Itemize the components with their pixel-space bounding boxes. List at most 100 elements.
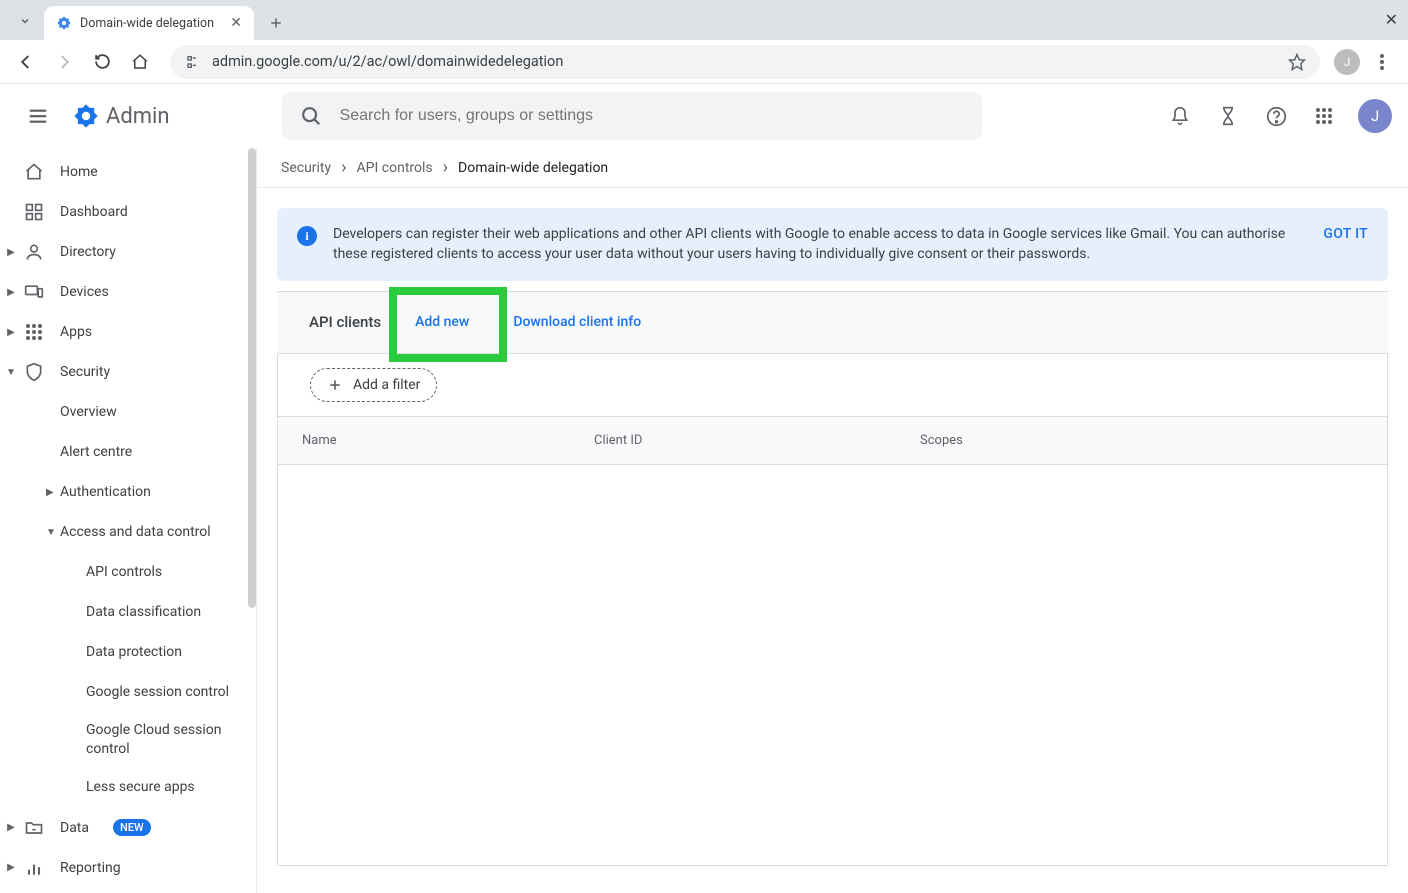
shield-icon (24, 362, 44, 382)
home-button[interactable] (124, 46, 156, 78)
folder-icon (24, 818, 44, 838)
filter-row: Add a filter (278, 354, 1387, 417)
main-menu-button[interactable] (16, 94, 60, 138)
column-header-client-id[interactable]: Client ID (594, 433, 920, 448)
sidebar-item-directory[interactable]: ▶ Directory (0, 232, 256, 272)
sidebar-item-data[interactable]: ▶ Data NEW (0, 808, 256, 848)
table-header-row: Name Client ID Scopes (278, 417, 1387, 465)
sidebar-item-label: Apps (60, 324, 92, 340)
breadcrumb-api-controls[interactable]: API controls (357, 160, 433, 176)
sidebar-item-reporting[interactable]: ▶ Reporting (0, 848, 256, 888)
chevron-down-icon: ▼ (4, 367, 18, 378)
app-header: Admin J (0, 84, 1408, 148)
column-header-name[interactable]: Name (278, 433, 594, 448)
back-button[interactable] (10, 46, 42, 78)
sidebar-item-label: Data (60, 820, 89, 836)
banner-message: Developers can register their web applic… (333, 224, 1307, 265)
sidebar-item-label: Devices (60, 284, 109, 300)
sidebar-item-label: API controls (86, 563, 162, 582)
sidebar-item-dashboard[interactable]: Dashboard (0, 192, 256, 232)
app-search-bar[interactable] (282, 92, 982, 140)
browser-tab[interactable]: Domain-wide delegation ✕ (44, 6, 254, 40)
add-new-button[interactable]: Add new (405, 306, 479, 338)
chart-icon (24, 858, 44, 878)
sidebar-item-google-cloud-session-control[interactable]: Google Cloud session control (0, 712, 256, 768)
home-icon (24, 162, 44, 182)
sidebar-item-api-controls[interactable]: API controls (0, 552, 256, 592)
sidebar-item-home[interactable]: Home (0, 152, 256, 192)
product-name: Admin (106, 104, 170, 129)
address-bar[interactable]: admin.google.com/u/2/ac/owl/domainwidede… (170, 45, 1320, 79)
sidebar-item-apps[interactable]: ▶ Apps (0, 312, 256, 352)
panel-header: API clients Add new Download client info (277, 291, 1388, 354)
window-close-icon[interactable]: ✕ (1385, 10, 1398, 29)
browser-menu-button[interactable] (1366, 46, 1398, 78)
table-body-empty (278, 465, 1387, 865)
chevron-right-icon: ▶ (4, 327, 18, 338)
sidebar-item-label: Access and data control (60, 524, 211, 540)
chevron-down-icon: ▼ (46, 527, 56, 538)
apps-launcher-button[interactable] (1302, 94, 1346, 138)
new-badge: NEW (113, 819, 151, 836)
main-content: Security › API controls › Domain-wide de… (256, 148, 1408, 893)
product-logo[interactable]: Admin (72, 102, 170, 130)
devices-icon (24, 282, 44, 302)
breadcrumb-security[interactable]: Security (281, 160, 331, 176)
info-banner: i Developers can register their web appl… (277, 208, 1388, 281)
sidebar-item-label: Reporting (60, 860, 121, 876)
notifications-button[interactable] (1158, 94, 1202, 138)
tab-favicon-icon (56, 15, 72, 31)
sidebar-item-access-data-control[interactable]: ▼ Access and data control (0, 512, 256, 552)
directory-icon (24, 242, 44, 262)
search-input[interactable] (338, 106, 964, 126)
forward-button[interactable] (48, 46, 80, 78)
tab-close-icon[interactable]: ✕ (230, 15, 242, 31)
account-avatar[interactable]: J (1358, 99, 1392, 133)
tab-title: Domain-wide delegation (80, 16, 222, 31)
chevron-right-icon: ▶ (4, 287, 18, 298)
chevron-right-icon: ▶ (4, 247, 18, 258)
sidebar-item-alert-centre[interactable]: Alert centre (0, 432, 256, 472)
sidebar-item-less-secure-apps[interactable]: Less secure apps (0, 768, 256, 808)
download-client-info-button[interactable]: Download client info (503, 306, 651, 338)
chevron-right-icon: ▶ (4, 862, 18, 873)
browser-tabstrip: Domain-wide delegation ✕ ✕ (0, 0, 1408, 40)
sidebar-item-google-session-control[interactable]: Google session control (0, 672, 256, 712)
sidebar-nav: Home Dashboard ▶ Directory ▶ Devices (0, 148, 256, 893)
site-info-icon[interactable] (184, 54, 200, 70)
info-icon: i (297, 226, 317, 246)
chevron-right-icon: ▶ (46, 487, 54, 498)
add-filter-chip[interactable]: Add a filter (310, 368, 437, 402)
sidebar-item-overview[interactable]: Overview (0, 392, 256, 432)
sidebar-item-data-protection[interactable]: Data protection (0, 632, 256, 672)
tasks-button[interactable] (1206, 94, 1250, 138)
new-tab-button[interactable] (262, 9, 290, 37)
apps-icon (24, 322, 44, 342)
sidebar-item-security[interactable]: ▼ Security (0, 352, 256, 392)
panel-title: API clients (309, 313, 381, 331)
help-button[interactable] (1254, 94, 1298, 138)
sidebar-item-data-classification[interactable]: Data classification (0, 592, 256, 632)
sidebar-item-devices[interactable]: ▶ Devices (0, 272, 256, 312)
admin-logo-icon (72, 102, 100, 130)
filter-chip-label: Add a filter (353, 377, 420, 393)
sidebar-item-label: Google Cloud session control (86, 721, 240, 759)
sidebar-item-label: Google session control (86, 683, 229, 702)
sidebar-item-label: Alert centre (60, 444, 132, 460)
sidebar-item-label: Home (60, 164, 98, 180)
sidebar-item-label: Security (60, 364, 110, 380)
chevron-right-icon: ▶ (4, 822, 18, 833)
got-it-button[interactable]: GOT IT (1323, 224, 1368, 242)
browser-profile-avatar[interactable]: J (1334, 49, 1360, 75)
browser-toolbar: admin.google.com/u/2/ac/owl/domainwidede… (0, 40, 1408, 84)
sidebar-item-label: Data protection (86, 643, 182, 662)
url-text: admin.google.com/u/2/ac/owl/domainwidede… (212, 53, 563, 70)
sidebar-item-label: Less secure apps (86, 778, 195, 797)
column-header-scopes[interactable]: Scopes (920, 433, 1387, 448)
reload-button[interactable] (86, 46, 118, 78)
bookmark-icon[interactable] (1288, 53, 1306, 71)
breadcrumb: Security › API controls › Domain-wide de… (257, 148, 1408, 188)
tab-search-button[interactable] (8, 6, 42, 36)
sidebar-item-authentication[interactable]: ▶Authentication (0, 472, 256, 512)
sidebar-item-label: Directory (60, 244, 116, 260)
